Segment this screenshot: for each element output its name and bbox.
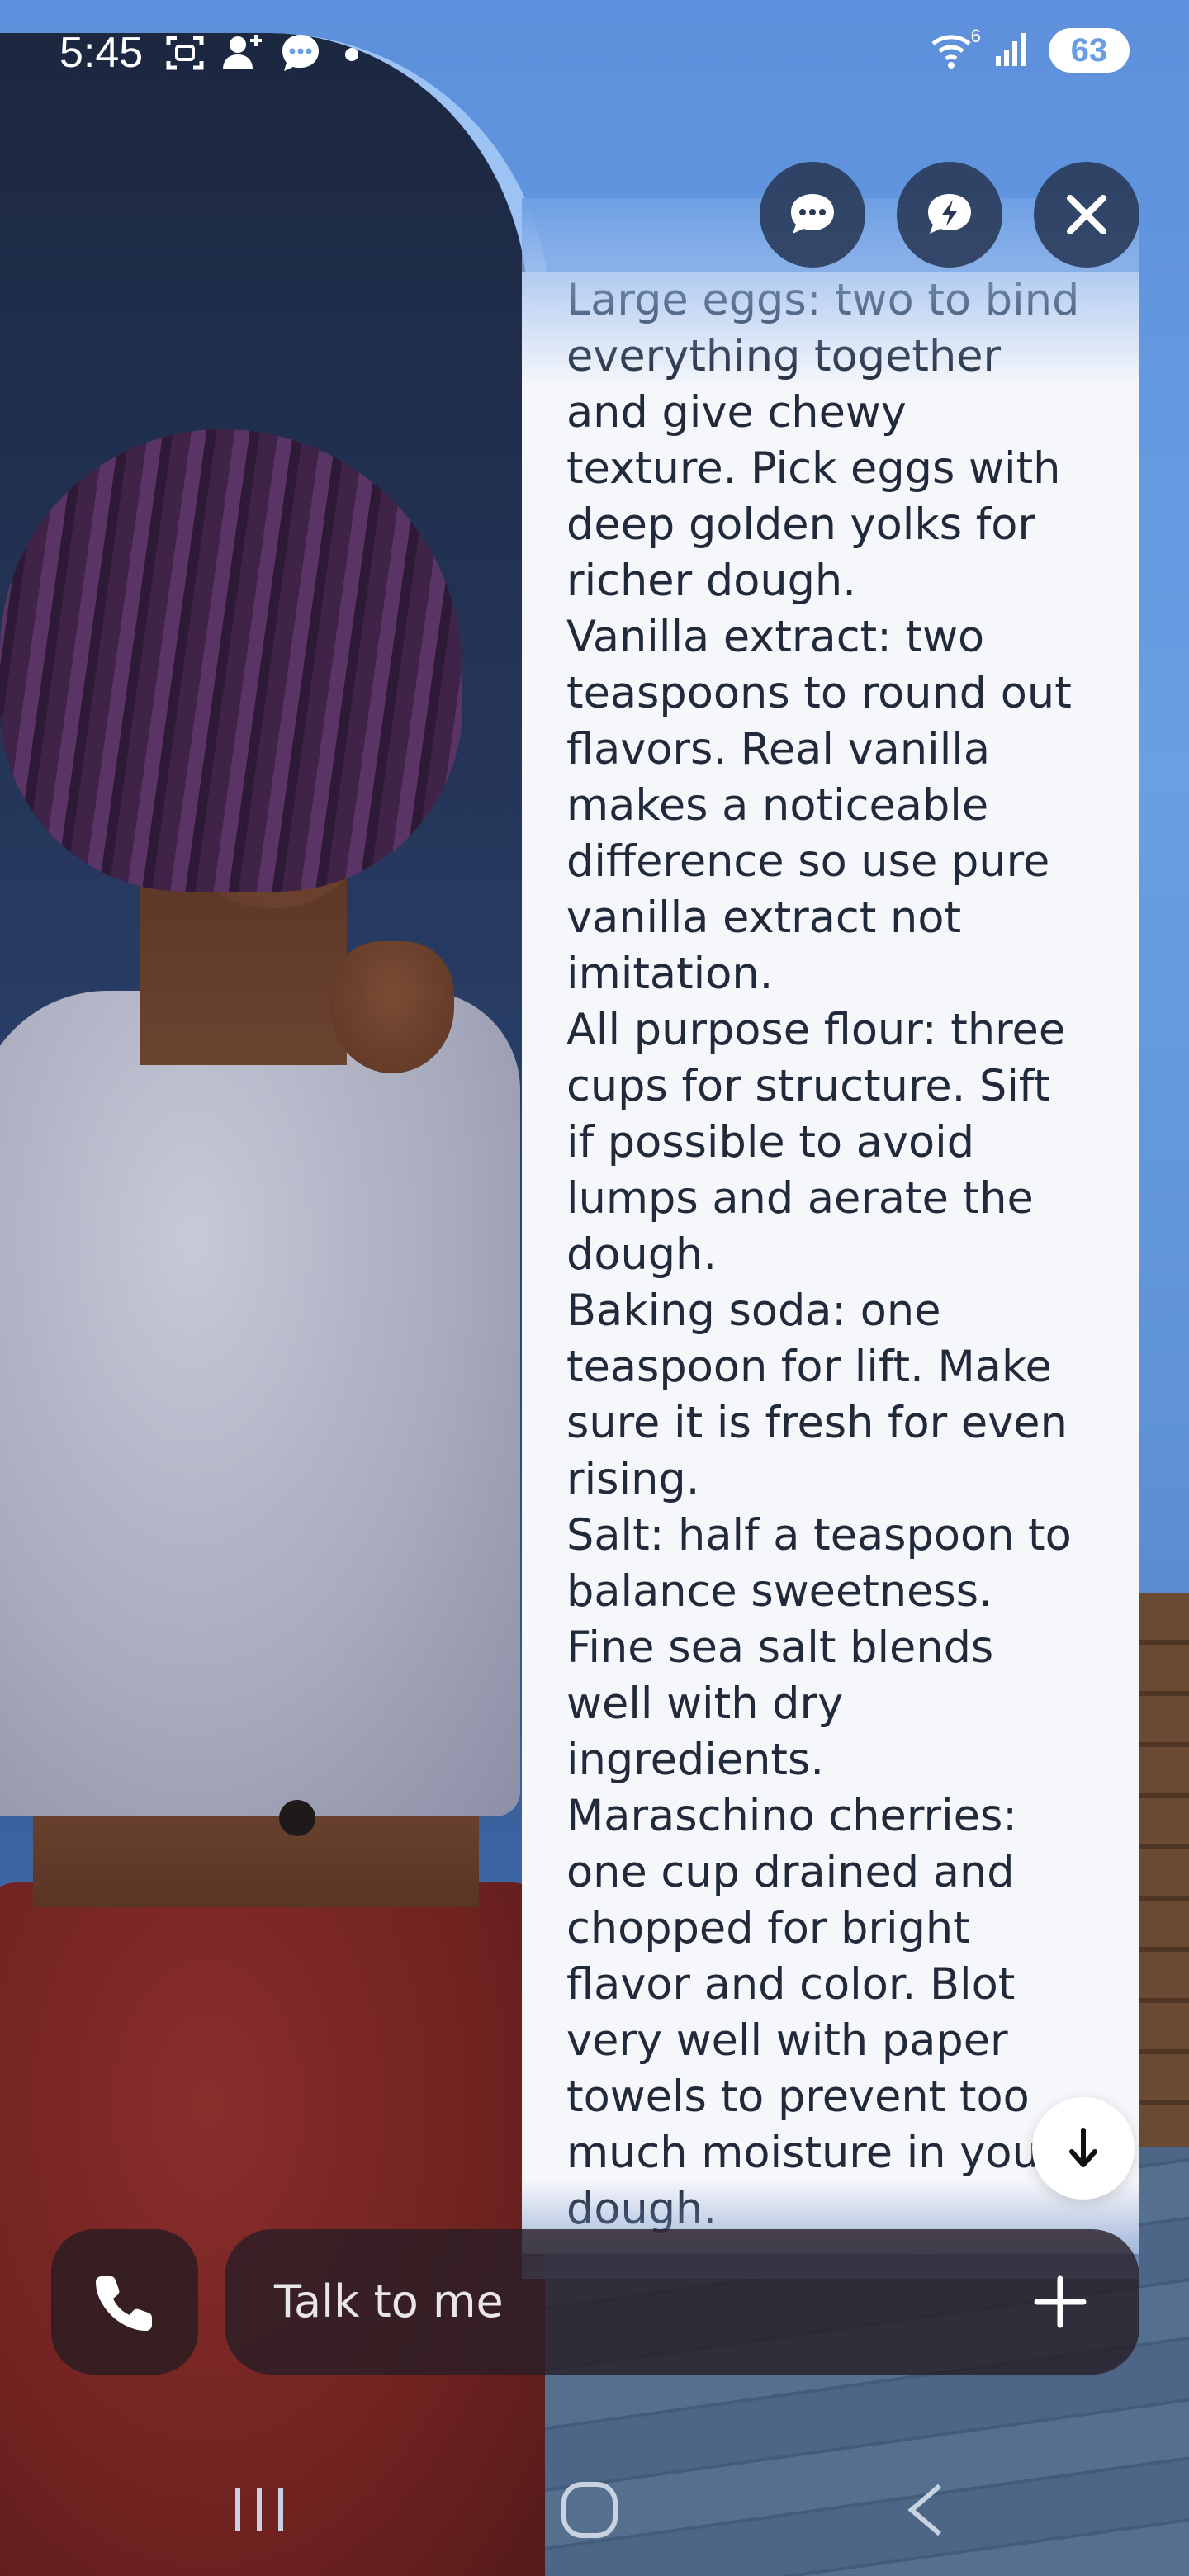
home-icon xyxy=(561,2482,618,2538)
message-text: Large eggs: two to bind everything togeth… xyxy=(522,272,1139,2237)
recent-apps-icon xyxy=(235,2488,283,2531)
message-line: dough. xyxy=(566,1229,718,1280)
message-line: rising. xyxy=(566,1454,700,1504)
battery-indicator: 63 xyxy=(1049,28,1130,73)
screenshot-icon xyxy=(163,31,206,74)
message-line: cups for structure. Sift xyxy=(566,1061,1051,1111)
message-line: if possible to avoid xyxy=(566,1117,975,1167)
message-line: lumps and aerate the xyxy=(566,1173,1034,1224)
message-line: and give chewy xyxy=(566,387,907,438)
close-icon xyxy=(1067,195,1106,234)
recent-apps-button[interactable] xyxy=(210,2477,309,2543)
plus-icon xyxy=(1034,2275,1087,2328)
message-line: everything together xyxy=(566,331,1002,381)
message-line: vanilla extract not xyxy=(566,893,962,943)
message-line: All purpose flour: three xyxy=(566,1005,1066,1055)
message-line: flavor and color. Blot xyxy=(566,1959,1016,2010)
arrow-down-icon xyxy=(1069,2128,1097,2167)
wifi-label: 6 xyxy=(970,26,981,46)
message-line: Large eggs: two to bind xyxy=(566,275,1080,325)
message-line: Vanilla extract: two xyxy=(566,612,985,662)
message-line: sure it is fresh for even xyxy=(566,1398,1068,1448)
message-line: teaspoons to round out xyxy=(566,668,1072,718)
message-line: deep golden yolks for xyxy=(566,500,1035,550)
lightning-chat-icon xyxy=(928,194,971,234)
message-line: Salt: half a teaspoon to xyxy=(566,1510,1072,1560)
status-time: 5:45 xyxy=(59,29,144,77)
message-panel[interactable]: Large eggs: two to bind everything togeth… xyxy=(522,272,1139,2254)
message-line: chopped for bright xyxy=(566,1903,970,1953)
person-add-icon xyxy=(221,31,264,74)
message-line: much moisture in your xyxy=(566,2128,1058,2178)
more-notifications-dot xyxy=(345,48,358,61)
home-button[interactable] xyxy=(540,2477,639,2543)
phone-icon xyxy=(96,2276,152,2331)
status-bar: 5:45 6 63 xyxy=(0,0,1189,107)
wifi-icon: 6 xyxy=(930,26,981,72)
call-button[interactable] xyxy=(51,2229,198,2375)
character-hand xyxy=(330,941,454,1073)
system-navigation-bar xyxy=(0,2444,1189,2576)
message-line: texture. Pick eggs with xyxy=(566,443,1061,494)
add-attachment-button[interactable] xyxy=(1026,2267,1095,2337)
signal-icon xyxy=(994,30,1030,71)
character-hair xyxy=(0,429,462,892)
message-line: ingredients. xyxy=(566,1735,825,1785)
message-line: teaspoon for lift. Make xyxy=(566,1342,1052,1392)
chat-bubble-icon xyxy=(279,31,322,74)
top-action-buttons xyxy=(760,162,1139,268)
message-line: imitation. xyxy=(566,949,774,999)
pants-button xyxy=(279,1800,315,1836)
message-line: flavors. Real vanilla xyxy=(566,724,991,774)
chat-icon xyxy=(791,194,834,234)
close-button[interactable] xyxy=(1034,162,1139,268)
message-line: towels to prevent too xyxy=(566,2072,1030,2122)
message-line: difference so use pure xyxy=(566,836,1050,887)
status-system-icons: 6 63 xyxy=(930,26,1130,73)
status-notification-icons xyxy=(163,31,358,74)
back-button[interactable] xyxy=(875,2477,974,2543)
character-sweater xyxy=(0,991,520,1816)
message-line: Fine sea salt blends xyxy=(566,1622,994,1673)
message-line: Maraschino cherries: xyxy=(566,1791,1017,1841)
message-line: richer dough. xyxy=(566,556,856,606)
message-line: well with dry xyxy=(566,1679,844,1729)
message-line: one cup drained and xyxy=(566,1847,1015,1897)
message-line: Baking soda: one xyxy=(566,1286,941,1336)
message-line: very well with paper xyxy=(566,2015,1008,2066)
quick-chat-button[interactable] xyxy=(897,162,1002,268)
message-input-placeholder[interactable]: Talk to me xyxy=(274,2229,504,2375)
message-line: balance sweetness. xyxy=(566,1566,992,1617)
cabinet xyxy=(1131,1593,1189,2171)
message-input-bar[interactable]: Talk to me xyxy=(225,2229,1139,2375)
chat-button[interactable] xyxy=(760,162,865,268)
back-icon xyxy=(907,2484,941,2536)
message-line: makes a noticeable xyxy=(566,780,989,831)
scroll-down-button[interactable] xyxy=(1032,2097,1135,2200)
